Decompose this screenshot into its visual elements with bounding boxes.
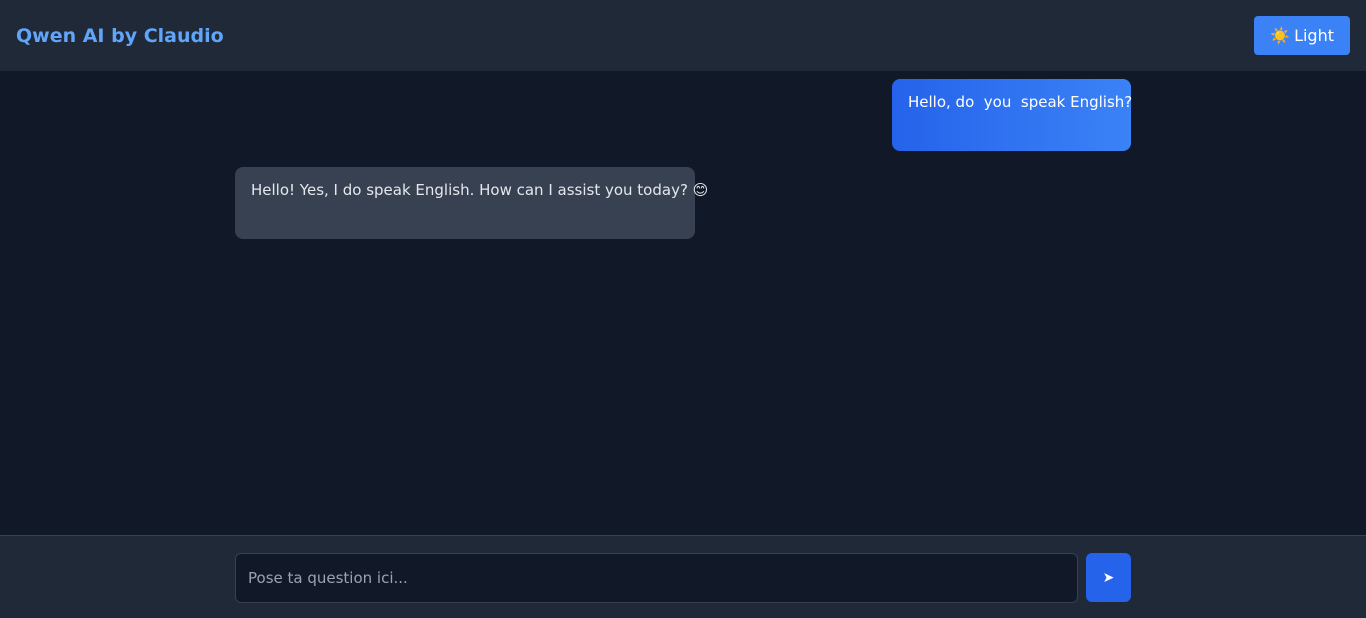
composer: ➤	[0, 535, 1366, 618]
send-button[interactable]: ➤	[1086, 553, 1131, 602]
message-input[interactable]	[235, 553, 1078, 603]
theme-toggle-label: Light	[1294, 26, 1334, 45]
message-list: Hello, do you speak English? Hello! Yes,…	[0, 71, 1366, 535]
user-message: Hello, do you speak English?	[892, 79, 1132, 151]
chat-app: Qwen AI by Claudio ☀️ Light Hello, do yo…	[0, 0, 1366, 618]
app-header: Qwen AI by Claudio ☀️ Light	[0, 0, 1366, 71]
app-title: Qwen AI by Claudio	[16, 24, 224, 47]
assistant-message: Hello! Yes, I do speak English. How can …	[235, 167, 708, 239]
sun-icon: ☀️	[1270, 26, 1291, 45]
theme-toggle-button[interactable]: ☀️ Light	[1254, 16, 1350, 55]
send-arrow-icon: ➤	[1102, 569, 1115, 585]
